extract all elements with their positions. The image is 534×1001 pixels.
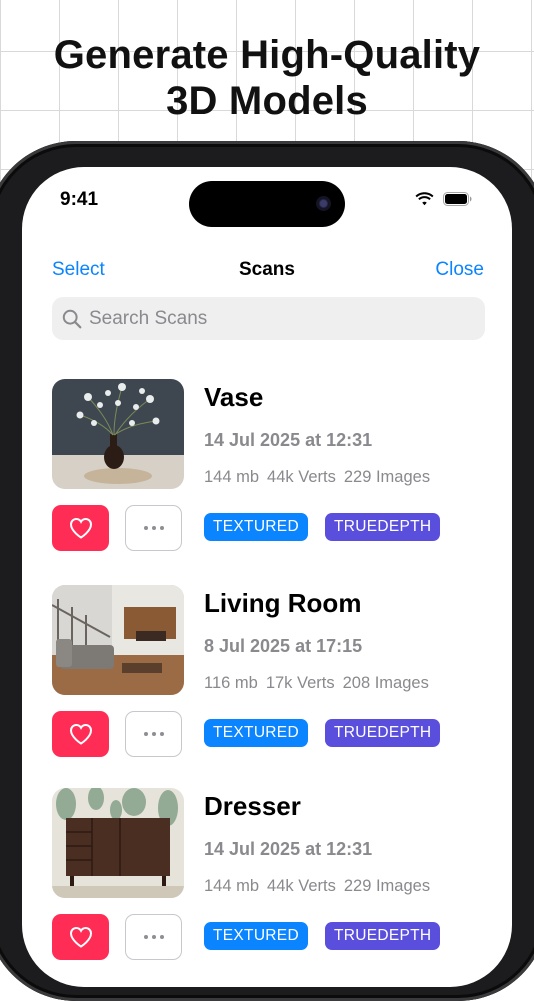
- scan-size: 116 mb: [204, 674, 258, 692]
- headline-line-2: 3D Models: [166, 79, 368, 123]
- phone-screen: 9:41 Select Scans Close Search Scans Vas…: [22, 167, 512, 987]
- scan-title: Living Room: [204, 588, 362, 618]
- scan-item[interactable]: Living Room 8 Jul 2025 at 17:15 116 mb 1…: [52, 585, 492, 785]
- heart-icon: [69, 517, 92, 539]
- battery-icon: [443, 192, 472, 211]
- tag-truedepth: TRUEDEPTH: [325, 513, 441, 541]
- scan-images: 229 Images: [343, 877, 431, 895]
- more-options-button[interactable]: [125, 505, 182, 551]
- tag-textured: TEXTURED: [204, 922, 308, 950]
- search-input[interactable]: [89, 307, 469, 330]
- tag-textured: TEXTURED: [204, 513, 308, 541]
- scan-thumbnail[interactable]: [52, 585, 184, 695]
- search-icon: [62, 308, 84, 330]
- scan-meta: 116 mb 17k Verts 208 Images: [204, 674, 429, 693]
- heart-icon: [69, 723, 92, 745]
- scan-verts: 44k Verts: [267, 468, 336, 486]
- tag-textured: TEXTURED: [204, 719, 308, 747]
- scan-title: Dresser: [204, 791, 301, 821]
- tag-truedepth: TRUEDEPTH: [325, 922, 441, 950]
- scan-size: 144 mb: [204, 468, 260, 486]
- scan-date: 14 Jul 2025 at 12:31: [204, 430, 373, 450]
- scan-images: 229 Images: [343, 468, 431, 486]
- ellipsis-icon: [143, 732, 164, 736]
- more-options-button[interactable]: [125, 914, 182, 960]
- search-bar[interactable]: [52, 297, 485, 340]
- scan-meta: 144 mb 44k Verts 229 Images: [204, 468, 430, 487]
- scan-item[interactable]: Vase 14 Jul 2025 at 12:31 144 mb 44k Ver…: [52, 379, 492, 579]
- scan-thumbnail[interactable]: [52, 788, 184, 898]
- headline: Generate High-Quality 3D Models: [0, 32, 534, 124]
- status-indicators: [415, 192, 472, 211]
- scan-size: 144 mb: [204, 877, 260, 895]
- favorite-button[interactable]: [52, 505, 109, 551]
- scan-verts: 44k Verts: [267, 877, 336, 895]
- close-button[interactable]: Close: [435, 259, 484, 281]
- headline-line-1: Generate High-Quality: [53, 33, 481, 77]
- more-options-button[interactable]: [125, 711, 182, 757]
- favorite-button[interactable]: [52, 711, 109, 757]
- wifi-icon: [415, 192, 434, 211]
- ellipsis-icon: [143, 935, 164, 939]
- dynamic-island: [189, 181, 345, 227]
- scan-thumbnail[interactable]: [52, 379, 184, 489]
- ellipsis-icon: [143, 526, 164, 530]
- favorite-button[interactable]: [52, 914, 109, 960]
- scan-title: Vase: [204, 382, 264, 412]
- status-time: 9:41: [60, 189, 99, 210]
- camera-icon: [316, 196, 331, 211]
- scan-meta: 144 mb 44k Verts 229 Images: [204, 877, 430, 896]
- scan-verts: 17k Verts: [265, 674, 335, 692]
- scan-date: 14 Jul 2025 at 12:31: [204, 839, 373, 859]
- tag-truedepth: TRUEDEPTH: [325, 719, 441, 747]
- scan-item[interactable]: Dresser 14 Jul 2025 at 12:31 144 mb 44k …: [52, 788, 492, 987]
- scan-images: 208 Images: [342, 674, 429, 692]
- scan-date: 8 Jul 2025 at 17:15: [204, 636, 363, 656]
- heart-icon: [69, 926, 92, 948]
